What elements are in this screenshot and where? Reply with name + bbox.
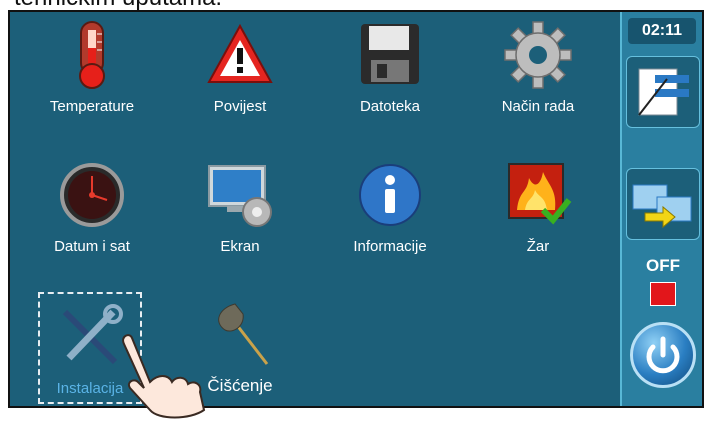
menu-item-informacije[interactable]: Informacije bbox=[320, 160, 460, 255]
menu-item-label: Povijest bbox=[213, 98, 267, 115]
menu-item-label: Ekran bbox=[220, 238, 260, 255]
info-icon bbox=[355, 160, 425, 230]
status-label: OFF bbox=[646, 256, 680, 275]
menu-item-label: Informacije bbox=[353, 238, 427, 255]
clock-display: 02:11 bbox=[628, 18, 696, 44]
power-button[interactable] bbox=[630, 322, 696, 388]
menu-item-label: Datum i sat bbox=[54, 238, 130, 255]
floppy-disk-icon bbox=[355, 20, 425, 90]
fire-check-icon bbox=[503, 160, 573, 230]
power-icon bbox=[646, 336, 680, 374]
menu-item-povijest[interactable]: Povijest bbox=[170, 20, 310, 115]
menu-item-temperature[interactable]: Temperature bbox=[22, 20, 162, 115]
menu-item-ekran[interactable]: Ekran bbox=[170, 160, 310, 255]
display-icon bbox=[205, 160, 275, 230]
warning-icon bbox=[205, 20, 275, 90]
menu-item-label: Žar bbox=[526, 238, 550, 255]
menu-item-label: Način rada bbox=[501, 98, 575, 115]
notes-button[interactable] bbox=[626, 56, 700, 128]
pointing-hand-icon bbox=[110, 330, 230, 420]
arrows-button[interactable] bbox=[626, 168, 700, 240]
arrows-icon bbox=[632, 184, 692, 229]
thermometer-icon bbox=[57, 20, 127, 90]
menu-item-zar[interactable]: Žar bbox=[468, 160, 608, 255]
menu-item-datoteka[interactable]: Datoteka bbox=[320, 20, 460, 115]
menu-grid: Temperature Povijest Datoteka Način rada… bbox=[10, 12, 619, 406]
menu-item-datum-i-sat[interactable]: Datum i sat bbox=[22, 160, 162, 255]
menu-item-nacin-rada[interactable]: Način rada bbox=[468, 20, 608, 115]
gear-icon bbox=[503, 20, 573, 90]
notes-icon bbox=[638, 68, 689, 116]
menu-item-label: Datoteka bbox=[359, 98, 421, 115]
clock-icon bbox=[57, 160, 127, 230]
sidebar: 02:11 OFF bbox=[620, 12, 702, 406]
menu-item-label: Temperature bbox=[49, 98, 135, 115]
stop-indicator bbox=[650, 282, 676, 306]
